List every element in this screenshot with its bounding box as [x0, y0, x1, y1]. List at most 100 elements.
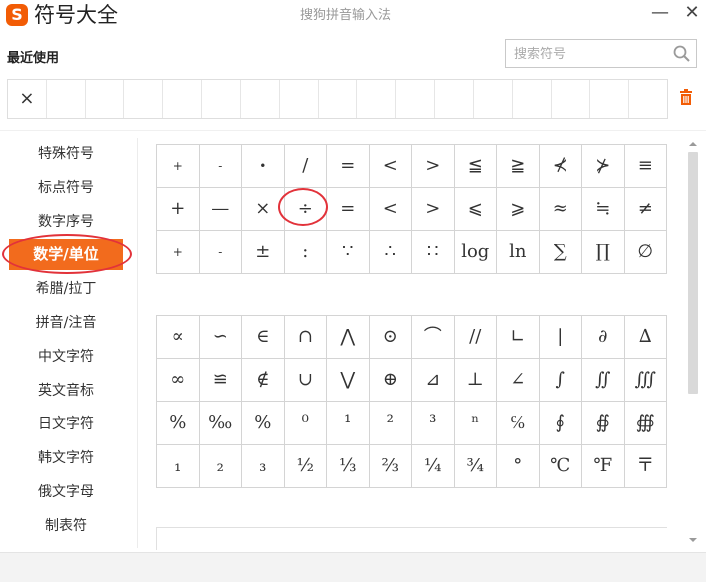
symbol-cell[interactable]: ‰ — [199, 402, 242, 445]
symbol-cell[interactable]: ∫ — [539, 359, 582, 402]
scroll-down-arrow-icon[interactable] — [686, 534, 700, 546]
sidebar-item[interactable]: 希腊/拉丁 — [0, 273, 132, 307]
symbol-cell[interactable]: ¾ — [454, 445, 497, 488]
symbol-cell[interactable]: ⊙ — [369, 316, 412, 359]
recent-symbol-cell[interactable] — [86, 80, 125, 118]
symbol-cell[interactable]: ² — [369, 402, 412, 445]
symbol-cell[interactable]: ⁰ — [284, 402, 327, 445]
symbol-cell[interactable]: ¹ — [327, 402, 370, 445]
symbol-cell[interactable]: ∝ — [157, 316, 200, 359]
sidebar-item[interactable]: 标点符号 — [0, 172, 132, 206]
recent-symbol-cell[interactable] — [435, 80, 474, 118]
sidebar-item[interactable]: 英文音标 — [0, 375, 132, 409]
recent-symbol-cell[interactable] — [280, 80, 319, 118]
symbol-cell[interactable]: ≦ — [454, 145, 497, 188]
recent-symbol-cell[interactable] — [202, 80, 241, 118]
sidebar-item[interactable]: 中文字符 — [0, 341, 132, 375]
symbol-cell[interactable]: ⊥ — [454, 359, 497, 402]
symbol-cell[interactable]: ∆ — [624, 316, 667, 359]
symbol-cell[interactable]: ⊕ — [369, 359, 412, 402]
symbol-cell[interactable]: ∞ — [157, 359, 200, 402]
symbol-cell[interactable]: > — [412, 188, 455, 231]
symbol-cell[interactable]: ∵ — [327, 231, 370, 274]
symbol-cell[interactable]: ÷ — [284, 188, 327, 231]
recent-symbol-cell[interactable] — [396, 80, 436, 118]
symbol-cell[interactable]: | — [539, 316, 582, 359]
symbol-cell[interactable]: ₂ — [199, 445, 242, 488]
symbol-cell[interactable]: ∈ — [242, 316, 285, 359]
symbol-cell[interactable]: ± — [242, 231, 285, 274]
symbol-cell[interactable]: + — [157, 188, 200, 231]
search-input[interactable] — [512, 44, 676, 65]
symbol-cell[interactable]: < — [369, 188, 412, 231]
symbol-cell[interactable]: / — [284, 145, 327, 188]
recent-symbol-cell[interactable] — [241, 80, 280, 118]
sidebar-item[interactable]: 拼音/注音 — [0, 307, 132, 341]
symbol-cell[interactable]: ∭ — [624, 359, 667, 402]
symbol-cell[interactable]: ⊀ — [539, 145, 582, 188]
recent-symbol-cell[interactable] — [124, 80, 164, 118]
symbol-cell[interactable]: ≈ — [539, 188, 582, 231]
symbol-cell[interactable]: // — [454, 316, 497, 359]
symbol-cell[interactable]: ∴ — [369, 231, 412, 274]
symbol-cell[interactable]: ⊿ — [412, 359, 455, 402]
recent-symbol-cell[interactable] — [47, 80, 86, 118]
recent-symbol-cell[interactable] — [629, 80, 667, 118]
recent-symbol-cell[interactable] — [552, 80, 591, 118]
recent-symbol-cell[interactable] — [513, 80, 552, 118]
symbol-cell[interactable]: > — [412, 145, 455, 188]
symbol-cell[interactable]: ⋁ — [327, 359, 370, 402]
symbol-cell[interactable]: < — [369, 145, 412, 188]
scrollbar-thumb[interactable] — [688, 152, 698, 394]
symbol-cell[interactable]: ₁ — [157, 445, 200, 488]
symbol-cell[interactable]: ° — [497, 445, 540, 488]
symbol-cell[interactable]: % — [157, 402, 200, 445]
symbol-cell[interactable]: 〒 — [624, 445, 667, 488]
symbol-cell[interactable]: ∂ — [582, 316, 625, 359]
symbol-cell[interactable]: ⊁ — [582, 145, 625, 188]
symbol-cell[interactable]: ∅ — [624, 231, 667, 274]
symbol-cell[interactable]: ≒ — [582, 188, 625, 231]
symbol-cell[interactable]: ⅓ — [327, 445, 370, 488]
recent-symbol-cell[interactable] — [163, 80, 203, 118]
recent-symbol-cell[interactable]: × — [8, 80, 47, 118]
recent-symbol-cell[interactable] — [357, 80, 397, 118]
symbol-cell[interactable]: ¼ — [412, 445, 455, 488]
symbol-cell[interactable]: - — [199, 231, 242, 274]
symbol-cell[interactable]: + — [157, 145, 200, 188]
symbol-cell[interactable]: ∷ — [412, 231, 455, 274]
symbol-cell[interactable]: + — [157, 231, 200, 274]
symbol-cell[interactable]: ∉ — [242, 359, 285, 402]
recent-symbol-cell[interactable] — [590, 80, 630, 118]
scroll-up-arrow-icon[interactable] — [686, 138, 700, 150]
search-box[interactable] — [505, 39, 697, 68]
symbol-cell[interactable]: • — [242, 145, 285, 188]
symbol-cell[interactable]: ⩾ — [497, 188, 540, 231]
symbol-cell[interactable]: - — [199, 145, 242, 188]
symbol-cell[interactable]: = — [327, 188, 370, 231]
symbol-cell[interactable]: = — [327, 145, 370, 188]
symbol-cell[interactable]: ⋀ — [327, 316, 370, 359]
symbol-cell[interactable]: ⁿ — [454, 402, 497, 445]
symbol-cell[interactable]: ≌ — [199, 359, 242, 402]
trash-icon[interactable] — [679, 89, 693, 105]
symbol-cell[interactable]: ℅ — [497, 402, 540, 445]
symbol-cell[interactable]: ∏ — [582, 231, 625, 274]
close-button[interactable]: ✕ — [682, 2, 702, 24]
symbol-cell[interactable]: ℃ — [539, 445, 582, 488]
symbol-cell[interactable]: ln — [497, 231, 540, 274]
sidebar-item[interactable]: 制表符 — [0, 510, 132, 544]
recent-symbol-cell[interactable] — [474, 80, 513, 118]
symbol-cell[interactable]: × — [242, 188, 285, 231]
sidebar-item[interactable]: 数学/单位 — [0, 239, 132, 273]
symbol-cell[interactable]: ∪ — [284, 359, 327, 402]
symbol-cell[interactable]: ∩ — [284, 316, 327, 359]
symbol-cell[interactable]: ∽ — [199, 316, 242, 359]
symbol-cell[interactable]: ⩽ — [454, 188, 497, 231]
sidebar-item[interactable]: 俄文字母 — [0, 476, 132, 510]
symbol-cell[interactable]: ³ — [412, 402, 455, 445]
symbol-cell[interactable]: ∬ — [582, 359, 625, 402]
symbol-cell[interactable]: ∑ — [539, 231, 582, 274]
symbol-cell[interactable]: log — [454, 231, 497, 274]
sidebar-item[interactable]: 数字序号 — [0, 206, 132, 240]
